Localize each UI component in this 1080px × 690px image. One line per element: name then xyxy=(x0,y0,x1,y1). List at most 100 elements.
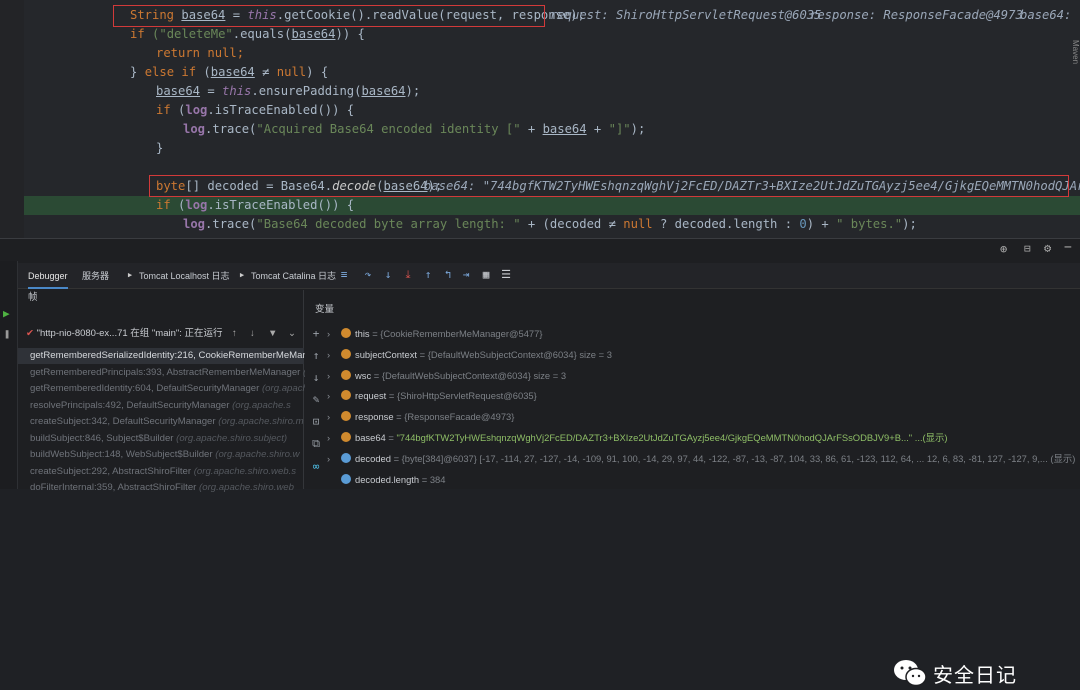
stack-frame[interactable]: resolvePrincipals:492, DefaultSecurityMa… xyxy=(30,398,291,414)
evaluate-icon[interactable]: ▦ xyxy=(480,269,492,281)
down-arrow-icon[interactable]: ↓ xyxy=(250,324,255,344)
menu-icon[interactable]: ≡ xyxy=(338,269,350,281)
stack-frame-class: (org.apache.shiro.m xyxy=(218,416,304,427)
variable-name: response xyxy=(355,411,394,423)
left-toolbar-strip: ▶ ❚ xyxy=(0,261,18,489)
inline-hint-request: request: ShiroHttpServletRequest@6035 xyxy=(550,8,822,22)
down-icon[interactable]: ↓ xyxy=(309,371,323,385)
code-line-12: log.trace("Base64 decoded byte array len… xyxy=(183,217,917,231)
field-icon xyxy=(341,369,351,380)
code-line-7: log.trace("Acquired Base64 encoded ident… xyxy=(183,122,646,136)
stack-frame[interactable]: getRememberedIdentity:604, DefaultSecuri… xyxy=(30,381,308,397)
chevron-right-icon[interactable]: › xyxy=(327,449,341,469)
code-editor[interactable]: String base64 = this.getCookie().readVal… xyxy=(0,0,1080,238)
code-line-8: } xyxy=(156,141,164,155)
field-icon xyxy=(341,411,351,422)
variable-name: wsc xyxy=(355,369,372,381)
stack-frame[interactable]: buildSubject:846, Subject$Builder (org.a… xyxy=(30,431,287,447)
variable-value: {CookieRememberMeManager@5477} xyxy=(380,328,543,339)
variable-value: {DefaultWebSubjectContext@6034} size = 3 xyxy=(427,348,612,360)
variable-row[interactable]: › response = {ResponseFacade@4973} xyxy=(327,407,514,427)
up-icon[interactable]: ↑ xyxy=(309,349,323,363)
stack-frame-method: createSubject:292, AbstractShiroFilter xyxy=(30,465,192,477)
resume-icon[interactable]: ▶ xyxy=(3,307,10,320)
field-icon xyxy=(341,473,351,484)
step-over-icon[interactable]: ↷ xyxy=(362,269,374,281)
variables-header: 变量 xyxy=(315,304,335,315)
run-to-cursor-icon[interactable]: ⇥ xyxy=(460,269,472,281)
stack-frame[interactable]: buildWebSubject:148, WebSubject$Builder … xyxy=(30,447,300,463)
debugger-tab-bar: Debugger 服务器 ▸ Tomcat Localhost 日志 ▸ Tom… xyxy=(18,263,1080,289)
tab-tomcat-catalina[interactable]: Tomcat Catalina 日志 xyxy=(251,263,336,289)
copy-icon[interactable]: ⧉ xyxy=(309,437,323,451)
tool-window-header: ⊕ ⊟ ⚙ − xyxy=(0,239,1080,261)
up-arrow-icon[interactable]: ↑ xyxy=(232,324,237,344)
highlight-box-readvalue xyxy=(113,5,545,27)
variable-row[interactable]: › decoded = {byte[384]@6037} [-17, -114, … xyxy=(327,449,1075,469)
stack-frame[interactable]: createSubject:292, AbstractShiroFilter (… xyxy=(30,464,296,480)
stack-frame-class: (org.apache.shiro.subject) xyxy=(176,432,288,444)
step-into-icon[interactable]: ↓ xyxy=(382,269,394,281)
variable-name: this xyxy=(355,328,370,339)
drop-frame-icon[interactable]: ↰ xyxy=(442,269,454,281)
split-icon[interactable]: ⊟ xyxy=(1024,242,1031,255)
trace-icon[interactable]: ☰ xyxy=(500,269,512,281)
thread-selector[interactable]: ✔ "http-nio-8080-ex...71 在组 "main": 正在运行… xyxy=(18,324,304,344)
minimize-icon[interactable]: − xyxy=(1064,240,1072,255)
pin-icon[interactable]: ⊡ xyxy=(309,415,323,429)
variable-row[interactable]: › this = {CookieRememberMeManager@5477} xyxy=(327,324,543,344)
code-line-6: if (log.isTraceEnabled()) { xyxy=(156,103,355,117)
variable-value: "744bgfKTW2TyHWEshqnzqWghVj2FcED/DAZTr3+… xyxy=(396,432,948,443)
field-icon xyxy=(341,452,351,463)
chevron-right-icon[interactable]: › xyxy=(327,428,341,448)
globe-icon[interactable]: ⊕ xyxy=(1000,242,1007,256)
pause-icon[interactable]: ❚ xyxy=(4,329,10,340)
chevron-right-icon[interactable]: › xyxy=(327,386,341,406)
gear-icon[interactable]: ⚙ xyxy=(1044,241,1051,255)
frames-pane: 帧 ✔ "http-nio-8080-ex...71 在组 "main": 正在… xyxy=(18,290,344,493)
tab-servers[interactable]: 服务器 xyxy=(82,263,109,289)
add-watch-icon[interactable]: + xyxy=(309,327,323,341)
checkmark-icon: ✔ xyxy=(26,328,34,339)
highlight-box-decode xyxy=(149,175,1069,197)
filter-icon[interactable]: ▼ xyxy=(268,324,277,344)
code-line-4: } else if (base64 ≠ null) { xyxy=(130,65,329,79)
code-line-2: if ("deleteMe".equals(base64)) { xyxy=(130,27,365,41)
stack-frame-class: (org.apache.shiro.web.s xyxy=(193,465,297,477)
stack-frame[interactable]: createSubject:342, DefaultSecurityManage… xyxy=(30,414,304,430)
tomcat-icon-2: ▸ xyxy=(238,268,246,281)
stack-frame-class: (org.apache.s xyxy=(232,399,291,411)
step-out-icon[interactable]: ↑ xyxy=(422,269,434,281)
stack-frame[interactable]: getRememberedPrincipals:393, AbstractRem… xyxy=(30,365,344,381)
stack-frame-method: resolvePrincipals:492, DefaultSecurityMa… xyxy=(30,399,230,411)
variable-row[interactable]: decoded.length = 384 xyxy=(327,470,445,490)
chevron-right-icon[interactable]: › xyxy=(327,366,341,386)
stack-frame[interactable]: doFilterInternal:359, AbstractShiroFilte… xyxy=(30,480,294,496)
chevron-right-icon[interactable]: › xyxy=(327,345,341,365)
chevron-right-icon[interactable]: › xyxy=(327,407,341,427)
variable-name: base64 xyxy=(355,432,386,443)
variable-row[interactable]: › wsc = {DefaultWebSubjectContext@6034} s… xyxy=(327,366,566,386)
variables-pane: 变量 + ↑ ↓ ✎ ⊡ ⧉ ∞ › this = {CookieRemember… xyxy=(305,290,1080,489)
variable-row[interactable]: › subjectContext = {DefaultWebSubjectCont… xyxy=(327,345,612,365)
variable-value: 384 xyxy=(429,473,446,485)
field-icon xyxy=(341,390,351,401)
tab-tomcat-localhost[interactable]: Tomcat Localhost 日志 xyxy=(139,263,230,289)
variable-row[interactable]: › base64 = "744bgfKTW2TyHWEshqnzqWghVj2Fc… xyxy=(327,428,948,448)
stack-frame-method: createSubject:342, DefaultSecurityManage… xyxy=(30,416,216,427)
variable-row[interactable]: › request = {ShiroHttpServletRequest@6035… xyxy=(327,386,537,406)
glasses-icon[interactable]: ∞ xyxy=(309,460,323,474)
field-icon xyxy=(341,328,351,338)
edit-icon[interactable]: ✎ xyxy=(309,393,323,407)
force-step-into-icon[interactable]: ⤓ xyxy=(402,269,414,281)
tab-debugger[interactable]: Debugger xyxy=(28,263,68,289)
maven-side-tab[interactable]: Maven xyxy=(1066,40,1080,100)
code-line-3: return null; xyxy=(156,46,245,60)
variable-name: decoded.length xyxy=(355,473,420,485)
watermark-text: 安全日记 xyxy=(933,662,1017,687)
chevron-down-icon[interactable]: ⌄ xyxy=(288,324,296,344)
stack-frame[interactable]: getRememberedSerializedIdentity:216, Coo… xyxy=(18,348,313,364)
chevron-right-icon[interactable]: › xyxy=(327,324,341,344)
variable-value: {ResponseFacade@4973} xyxy=(404,411,515,423)
stack-frame-method: buildWebSubject:148, WebSubject$Builder xyxy=(30,449,213,460)
